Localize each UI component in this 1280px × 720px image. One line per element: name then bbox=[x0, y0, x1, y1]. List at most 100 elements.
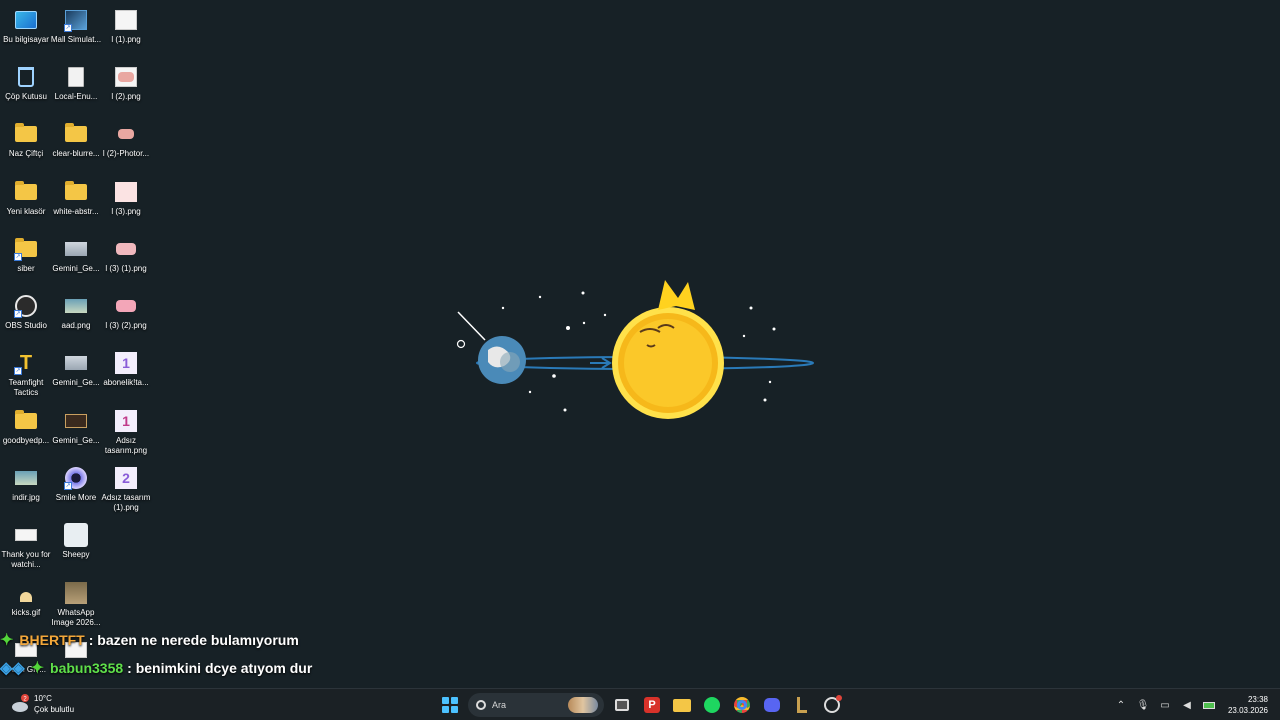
chat-message: ✦ BHERTFT : bazen ne nerede bulamıyorum bbox=[0, 626, 400, 654]
start-icon bbox=[442, 697, 458, 713]
clock[interactable]: 23:38 23.03.2026 bbox=[1228, 694, 1268, 716]
desktop-icon-naz-ciftci[interactable]: Naz Çiftçi bbox=[0, 118, 52, 174]
chat-badge-icon: ✦ bbox=[0, 632, 14, 649]
start-button[interactable] bbox=[438, 693, 462, 717]
image-icon: 2 bbox=[114, 466, 138, 490]
desktop-icon-label: indir.jpg bbox=[12, 493, 40, 502]
desktop-icon-label: Thank you for watchi... bbox=[1, 550, 51, 569]
desktop-icon-label: Gemini_Ge... bbox=[52, 436, 100, 445]
desktop-icon-gemini-1[interactable]: Gemini_Ge... bbox=[50, 233, 102, 289]
desktop-icon-siber[interactable]: ↗ siber bbox=[0, 233, 52, 289]
earth-icon bbox=[456, 311, 526, 384]
image-icon bbox=[114, 122, 138, 146]
network-icon[interactable]: ▭ bbox=[1156, 696, 1174, 714]
desktop-icon-l-1[interactable]: l (1).png bbox=[100, 4, 152, 60]
folder-icon: ↗ bbox=[14, 237, 38, 261]
proton-vpn-button[interactable]: P bbox=[640, 693, 664, 717]
taskbar-search-box[interactable]: Ara bbox=[468, 693, 604, 717]
desktop-icon-gemini-3[interactable]: Gemini_Ge... bbox=[50, 405, 102, 461]
desktop-icon-label: l (3) (1).png bbox=[105, 264, 147, 273]
desktop-icon-goodbyedp[interactable]: goodbyedp... bbox=[0, 405, 52, 461]
desktop-icon-l-3-1[interactable]: l (3) (1).png bbox=[100, 233, 152, 289]
image-icon: 1 bbox=[114, 409, 138, 433]
desktop-icon-label: OBS Studio bbox=[5, 321, 47, 330]
image-icon: 1 bbox=[114, 351, 138, 375]
desktop-icon-l-3[interactable]: l (3).png bbox=[100, 176, 152, 232]
desktop-icon-label: l (3).png bbox=[111, 207, 141, 216]
image-icon bbox=[114, 294, 138, 318]
orbit-arrow-icon bbox=[590, 357, 612, 369]
desktop-icon-label: abonelik!ta... bbox=[103, 378, 149, 387]
desktop-icon-aad-png[interactable]: aad.png bbox=[50, 290, 102, 346]
desktop-icon-local-enu[interactable]: Local-Enu... bbox=[50, 61, 102, 117]
chat-username: babun3358 bbox=[50, 660, 124, 676]
image-icon bbox=[64, 351, 88, 375]
desktop-icon-clear-blurred[interactable]: clear-blurre... bbox=[50, 118, 102, 174]
desktop-icon-label: Adsız tasarım.png bbox=[104, 436, 148, 455]
league-button[interactable] bbox=[790, 693, 814, 717]
volume-icon[interactable]: ◀︎ bbox=[1178, 696, 1196, 714]
desktop-icon-mall-simulator[interactable]: ↗ Mall Simulat... bbox=[50, 4, 102, 60]
weather-widget[interactable]: 2 10°C Çok bulutlu bbox=[10, 693, 74, 715]
image-icon bbox=[14, 466, 38, 490]
recycle-bin-icon bbox=[14, 65, 38, 89]
chrome-button[interactable] bbox=[730, 693, 754, 717]
desktop-icon-l-2-photoroom[interactable]: l (2)-Photor... bbox=[100, 118, 152, 174]
desktop-icon-label: Gemini_Ge... bbox=[52, 378, 100, 387]
tft-icon: T ↗ bbox=[14, 352, 33, 375]
desktop-icon-teamfight-tactics[interactable]: T ↗ Teamfight Tactics bbox=[0, 347, 52, 403]
desktop-icon-label: WhatsApp Image 2026... bbox=[51, 608, 101, 627]
search-placeholder: Ara bbox=[492, 700, 507, 710]
desktop-icon-label: Gemini_Ge... bbox=[52, 264, 100, 273]
taskbar: 2 10°C Çok bulutlu Ara P ⌃ 🎙︎ ▭ ◀︎ 23:38… bbox=[0, 688, 1280, 720]
image-icon bbox=[64, 237, 88, 261]
clock-date: 23.03.2026 bbox=[1227, 706, 1268, 715]
wallpaper-sun-earth-illustration bbox=[456, 280, 814, 419]
desktop-icon-recycle-bin[interactable]: Çöp Kutusu bbox=[0, 61, 52, 117]
desktop-icon-label: l (2)-Photor... bbox=[102, 149, 150, 158]
desktop-icon-abonelik[interactable]: 1 abonelik!ta... bbox=[100, 347, 152, 403]
search-icon bbox=[476, 700, 486, 710]
desktop-icon-yeni-klasor[interactable]: Yeni klasör bbox=[0, 176, 52, 232]
desktop-icon-label: clear-blurre... bbox=[52, 149, 100, 158]
app-button[interactable] bbox=[820, 693, 844, 717]
sun-icon bbox=[612, 280, 724, 419]
weather-cloud-icon: 2 bbox=[10, 694, 30, 714]
spotify-icon bbox=[704, 697, 720, 713]
desktop-icon-label: goodbyedp... bbox=[2, 436, 50, 445]
desktop-icon-l-3-2[interactable]: l (3) (2).png bbox=[100, 290, 152, 346]
obs-icon: ↗ bbox=[14, 294, 38, 318]
desktop-icon-label: Yeni klasör bbox=[6, 207, 46, 216]
chevron-up-icon[interactable]: ⌃ bbox=[1112, 696, 1130, 714]
desktop-icon-smile-more[interactable]: ↗ Smile More bbox=[50, 462, 102, 518]
desktop-icon-indir-jpg[interactable]: indir.jpg bbox=[0, 462, 52, 518]
microphone-icon[interactable]: 🎙︎ bbox=[1134, 696, 1152, 714]
this-pc-icon bbox=[14, 8, 38, 32]
image-icon bbox=[14, 523, 38, 547]
desktop-icon-label: Local-Enu... bbox=[54, 92, 98, 101]
desktop-icon-obs-studio[interactable]: ↗ OBS Studio bbox=[0, 290, 52, 346]
desktop-icon-kicks-gif[interactable]: kicks.gif bbox=[0, 577, 52, 633]
desktop-icon-whatsapp-image[interactable]: WhatsApp Image 2026... bbox=[50, 577, 102, 633]
desktop-icon-label: l (1).png bbox=[111, 35, 141, 44]
spotify-button[interactable] bbox=[700, 693, 724, 717]
desktop-icon-adsiz-tasarim-1[interactable]: 2 Adsız tasarım (1).png bbox=[100, 462, 152, 518]
folder-icon bbox=[14, 180, 38, 204]
chat-overlay: ✦ BHERTFT : bazen ne nerede bulamıyorum … bbox=[0, 626, 400, 682]
desktop-icon-white-abstract[interactable]: white-abstr... bbox=[50, 176, 102, 232]
chat-badge-icon: ✦ bbox=[30, 660, 45, 677]
file-explorer-button[interactable] bbox=[670, 693, 694, 717]
weather-description: Çok bulutlu bbox=[34, 705, 75, 714]
desktop-icon-label: Mall Simulat... bbox=[50, 35, 102, 44]
proton-vpn-icon: P bbox=[644, 697, 660, 713]
desktop-icon-gemini-2[interactable]: Gemini_Ge... bbox=[50, 347, 102, 403]
battery-icon[interactable] bbox=[1200, 696, 1218, 714]
desktop-icon-l-2[interactable]: l (2).png bbox=[100, 61, 152, 117]
desktop-icon-sheepy[interactable]: Sheepy bbox=[50, 519, 102, 575]
desktop-icon-label: aad.png bbox=[61, 321, 91, 330]
task-view-button[interactable] bbox=[610, 693, 634, 717]
desktop-icon-adsiz-tasarim[interactable]: 1 Adsız tasarım.png bbox=[100, 405, 152, 461]
desktop-icon-this-pc[interactable]: Bu bilgisayar bbox=[0, 4, 52, 60]
desktop-icon-thank-you[interactable]: Thank you for watchi... bbox=[0, 519, 52, 575]
discord-button[interactable] bbox=[760, 693, 784, 717]
